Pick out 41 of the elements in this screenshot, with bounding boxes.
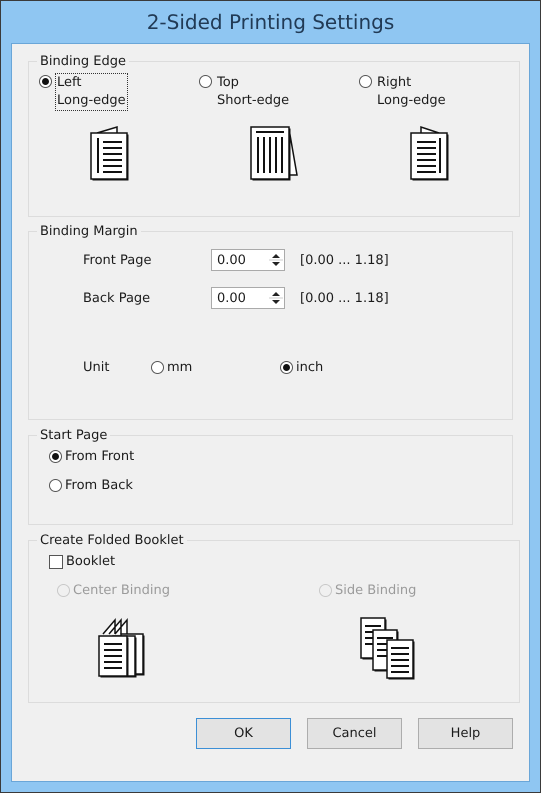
field-value: 0.00 bbox=[217, 290, 246, 306]
dialog-button[interactable]: Help bbox=[418, 718, 513, 749]
field-value: 0.00 bbox=[217, 252, 246, 268]
option-label: Right Long-edge bbox=[376, 74, 447, 110]
range-text: [0.00 ... 1.18] bbox=[300, 290, 389, 306]
option-label: From Back bbox=[65, 478, 133, 493]
group-title: Start Page bbox=[39, 428, 108, 443]
radio-button[interactable] bbox=[199, 75, 212, 88]
unit-label: Unit bbox=[83, 360, 110, 375]
spin-field[interactable]: 0.00 bbox=[211, 249, 285, 271]
folded-page-icon bbox=[89, 125, 131, 183]
option-label: Center Binding bbox=[73, 583, 170, 598]
option-label: mm bbox=[167, 360, 192, 375]
field-label: Front Page bbox=[83, 252, 152, 268]
field-label: Back Page bbox=[83, 290, 152, 306]
radio-button[interactable] bbox=[39, 75, 52, 88]
up-down-arrows-icon bbox=[268, 289, 284, 307]
option-label: Left Long-edge bbox=[55, 73, 128, 111]
group-title: Binding Edge bbox=[39, 54, 127, 69]
radio-button[interactable] bbox=[49, 479, 62, 492]
radio-button[interactable] bbox=[359, 75, 372, 88]
group-title: Binding Margin bbox=[39, 224, 139, 239]
group-title: Create Folded Booklet bbox=[39, 533, 185, 548]
folded-page-icon bbox=[249, 125, 301, 183]
dialog-button[interactable]: OK bbox=[196, 718, 291, 749]
option-label: inch bbox=[296, 360, 324, 375]
dialog-button[interactable]: Cancel bbox=[307, 718, 402, 749]
checkbox-label: Booklet bbox=[66, 554, 116, 569]
radio-button[interactable] bbox=[280, 361, 293, 374]
range-text: [0.00 ... 1.18] bbox=[300, 252, 389, 268]
option-label: Top Short-edge bbox=[216, 74, 290, 110]
radio-button[interactable] bbox=[49, 450, 62, 463]
checkbox[interactable] bbox=[49, 554, 63, 568]
folded-page-icon bbox=[409, 125, 451, 183]
window-title: 2-Sided Printing Settings bbox=[146, 9, 396, 36]
radio-button[interactable] bbox=[151, 361, 164, 374]
option-label: From Front bbox=[65, 449, 134, 464]
booklet-pages-icon bbox=[359, 616, 417, 682]
up-down-arrows-icon bbox=[268, 251, 284, 269]
option-label: Side Binding bbox=[335, 583, 416, 598]
spin-field[interactable]: 0.00 bbox=[211, 287, 285, 309]
